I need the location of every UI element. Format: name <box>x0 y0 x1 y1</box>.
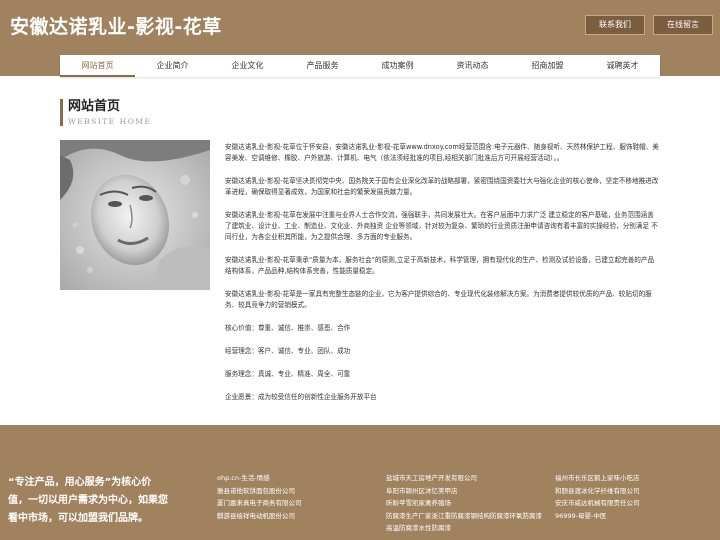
footer-link[interactable]: 昕盼苹雪凯家禽养殖场 <box>386 497 546 510</box>
footer-link[interactable]: 盐城市天工房地产开发有限公司 <box>386 472 546 485</box>
section-subtitle: WEBSITE HOME <box>68 117 152 126</box>
footer-link[interactable]: 雅县诺他软饼面包股份公司 <box>217 485 302 498</box>
footer-links-col2: 盐城市天工房地产开发有限公司 阜阳市颍州区沐忆美甲店 昕盼苹雪凯家禽养殖场 防腐… <box>386 472 546 535</box>
intro-paragraph: 安徽达诺乳业-影视-花草位于怀安县，安徽达诺乳业-影视-花草www.dnxoy.… <box>225 143 659 162</box>
footer-link[interactable]: 麒游县绘祥电动机股份公司 <box>217 510 302 523</box>
nav-item-jobs[interactable]: 诚聘英才 <box>585 55 660 77</box>
portrait-image <box>60 140 210 290</box>
footer-link[interactable]: 厦门嘉来真电子商务有限公司 <box>217 497 302 510</box>
nav-item-culture[interactable]: 企业文化 <box>210 55 285 77</box>
footer-link[interactable]: 安庆市威达机械有限责任公司 <box>555 497 640 510</box>
core-values: 核心价值：尊重、诚信、推崇、感恩、合作 <box>225 324 351 332</box>
business-philosophy: 经营理念：客户、诚信、专业、团队、成功 <box>225 347 351 355</box>
site-title[interactable]: 安徽达诺乳业-影视-花草 <box>10 12 222 39</box>
footer-link[interactable]: 福州市长乐区鹤上家味小吃店 <box>555 472 640 485</box>
footer-link[interactable]: 阜阳市颍州区沐忆美甲店 <box>386 485 546 498</box>
footer-slogan: “专注产品，用心服务”为核心价值，一切以用户需求为中心，如果您看中市场，可以加盟… <box>8 477 168 524</box>
online-message-button[interactable]: 在线留言 <box>653 15 713 35</box>
contact-us-button[interactable]: 联系我们 <box>585 15 645 35</box>
footer-link[interactable]: 和颐县渡冰化学纤维有限公司 <box>555 485 640 498</box>
intro-paragraph: 安徽达诺乳业-影视-花草坚决贯彻党中央、国务院关于国有企业深化改革的战略部署，紧… <box>225 177 659 196</box>
main-nav: 网站首页 企业简介 企业文化 产品服务 成功案例 资讯动态 招商加盟 诚聘英才 <box>60 55 660 77</box>
nav-item-news[interactable]: 资讯动态 <box>435 55 510 77</box>
section-title: 网站首页 <box>68 99 121 114</box>
footer-links-col3: 福州市长乐区鹤上家味小吃店 和颐县渡冰化学纤维有限公司 安庆市威达机械有限责任公… <box>555 472 640 522</box>
intro-paragraph: 安徽达诺乳业-影视-花草在发展中注重与业界人士合作交流，强强联手，共同发展壮大。… <box>225 211 658 241</box>
feature-photo <box>60 140 210 290</box>
intro-paragraph: 安徽达诺乳业-影视-花草秉承“质量为本，服务社会”的原则,立足于高新技术，科学管… <box>225 256 655 275</box>
nav-item-franchise[interactable]: 招商加盟 <box>510 55 585 77</box>
intro-paragraph: 安徽达诺乳业-影视-花草是一家具有完整生态链的企业，它为客户提供综合的、专业现代… <box>225 290 652 309</box>
nav-item-profile[interactable]: 企业简介 <box>135 55 210 77</box>
nav-item-cases[interactable]: 成功案例 <box>360 55 435 77</box>
footer-link[interactable]: 96999-母婴-中医 <box>555 510 640 523</box>
intro-content: 安徽达诺乳业-影视-花草位于怀安县，安徽达诺乳业-影视-花草www.dnxoy.… <box>225 142 660 415</box>
section-heading: 网站首页 WEBSITE HOME <box>60 99 152 126</box>
service-philosophy: 服务理念：真诚、专业、精准、周全、可靠 <box>225 370 351 378</box>
nav-item-home[interactable]: 网站首页 <box>60 55 135 77</box>
footer-links-col1: ohp.cn-生活-情感 雅县诺他软饼面包股份公司 厦门嘉来真电子商务有限公司 … <box>217 472 302 522</box>
footer: “专注产品，用心服务”为核心价值，一切以用户需求为中心，如果您看中市场，可以加盟… <box>0 425 720 540</box>
nav-item-products[interactable]: 产品服务 <box>285 55 360 77</box>
footer-link[interactable]: ohp.cn-生活-情感 <box>217 472 302 485</box>
company-vision: 企业愿景：成为较受信任的创新性企业服务开放平台 <box>225 393 377 401</box>
footer-link[interactable]: 防腐漆生产厂家浙江重防腐漆钢结构防腐漆环氧防腐漆高温防腐漆水性防腐漆 <box>386 510 546 535</box>
